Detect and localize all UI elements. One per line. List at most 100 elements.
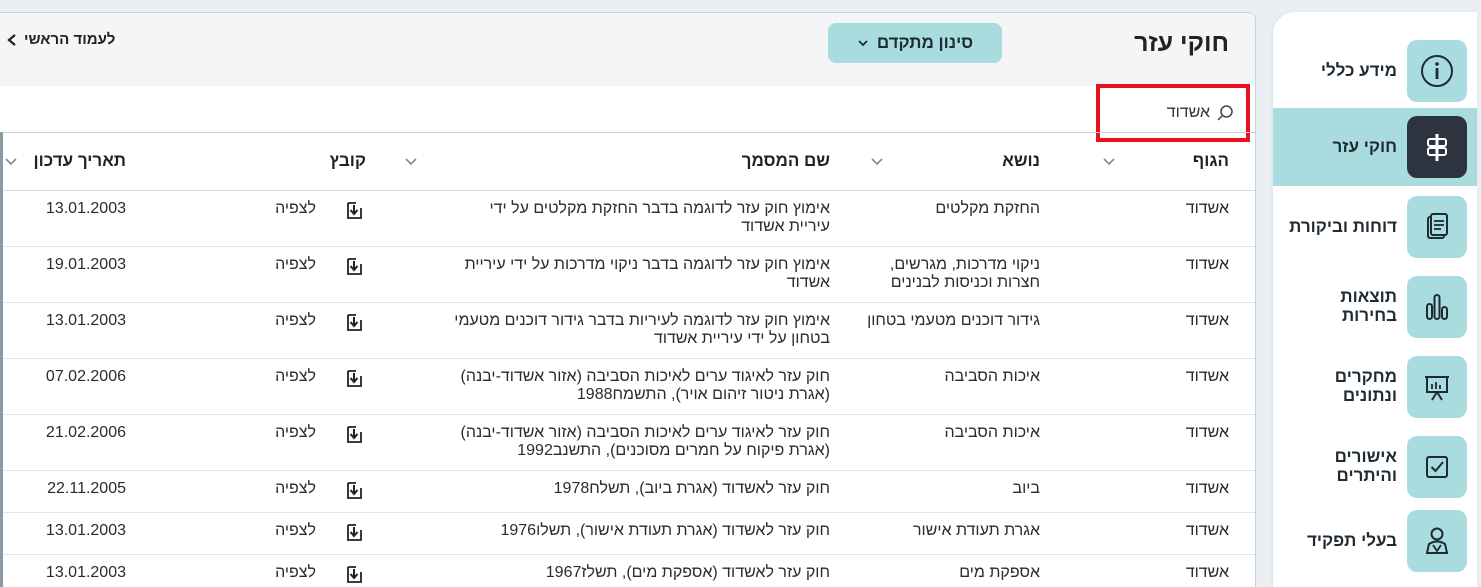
sidebar-item-label: מחקרים ונתונים [1334, 367, 1397, 405]
sidebar-item-label: בעלי תפקיד [1306, 530, 1397, 550]
home-page-link[interactable]: לעמוד הראשי [6, 31, 115, 48]
cell-update-date: 13.01.2003 [0, 554, 126, 587]
search-input[interactable] [1140, 104, 1210, 122]
cell-document-name: אימוץ חוק עזר לדוגמה בדבר ניקוי מדרכות ע… [366, 246, 830, 303]
cell-body: אשדוד [1040, 512, 1255, 555]
download-file-icon[interactable] [344, 312, 366, 332]
view-file-link[interactable]: לצפיה [275, 522, 316, 540]
advanced-filter-button[interactable]: סינון מתקדם [828, 23, 1002, 63]
download-file-icon[interactable] [344, 522, 366, 542]
cell-body: אשדוד [1040, 246, 1255, 303]
cell-body: אשדוד [1040, 302, 1255, 359]
sidebar-item-label: מידע כללי [1320, 60, 1397, 80]
cell-subject: ביוב [830, 470, 1040, 513]
view-file-link[interactable]: לצפיה [275, 480, 316, 498]
view-file-link[interactable]: לצפיה [275, 200, 316, 218]
cell-file: לצפיה [126, 470, 366, 513]
table-row: אשדוד איכות הסביבה חוק עזר לאיגוד ערים ל… [0, 358, 1255, 415]
cell-file: לצפיה [126, 302, 366, 359]
cell-update-date: 21.02.2006 [0, 414, 126, 471]
column-header-update-date[interactable]: תאריך עדכון [0, 133, 126, 191]
cell-document-name: חוק עזר לאיגוד ערים לאיכות הסביבה (אזור … [366, 414, 830, 471]
cell-document-name: אימוץ חוק עזר לדוגמה לעיריות בדבר גידור … [366, 302, 830, 359]
chevron-down-icon [858, 40, 868, 47]
cell-body: אשדוד [1040, 190, 1255, 247]
sidebar-item-officials[interactable]: בעלי תפקיד [1273, 506, 1477, 576]
cell-update-date: 13.01.2003 [0, 190, 126, 247]
top-bar: חוקי עזר סינון מתקדם לעמוד הראשי [0, 13, 1255, 86]
checkbox-icon [1407, 436, 1467, 498]
download-file-icon[interactable] [344, 200, 366, 220]
sidebar: מידע כללי חוקי עזר דוחות וביקורת תוצאות … [1273, 12, 1477, 587]
column-header-body[interactable]: הגוף [1040, 133, 1255, 191]
sidebar-item-label: חוקי עזר [1332, 136, 1397, 156]
table-header-row: הגוף נושא שם המסמך קובץ תאריך עדכון [0, 133, 1255, 191]
download-file-icon[interactable] [344, 564, 366, 584]
cell-subject: אגרת תעודת אישור [830, 512, 1040, 555]
column-header-file: קובץ [126, 133, 366, 191]
sidebar-item-label: אישורים והיתרים [1334, 447, 1397, 485]
sidebar-item-reports[interactable]: דוחות וביקורת [1273, 192, 1477, 262]
advanced-filter-label: סינון מתקדם [876, 33, 974, 52]
signpost-icon [1407, 116, 1467, 178]
column-header-subject[interactable]: נושא [830, 133, 1040, 191]
cell-update-date: 07.02.2006 [0, 358, 126, 415]
cell-subject: החזקת מקלטים [830, 190, 1040, 247]
presentation-icon [1407, 356, 1467, 418]
cell-update-date: 13.01.2003 [0, 512, 126, 555]
cell-file: לצפיה [126, 246, 366, 303]
sidebar-item-label: תוצאות בחירות [1340, 287, 1397, 325]
table-row: אשדוד החזקת מקלטים אימוץ חוק עזר לדוגמה … [0, 190, 1255, 247]
people-icon [1407, 510, 1467, 572]
cell-file: לצפיה [126, 414, 366, 471]
documents-icon [1407, 196, 1467, 258]
table-row: אשדוד איכות הסביבה חוק עזר לאיגוד ערים ל… [0, 414, 1255, 471]
bar-chart-icon [1407, 276, 1467, 338]
home-page-link-label: לעמוד הראשי [24, 31, 116, 48]
view-file-link[interactable]: לצפיה [275, 424, 316, 442]
search-icon [1217, 105, 1233, 121]
sidebar-item-general-info[interactable]: מידע כללי [1273, 36, 1477, 106]
chevron-down-icon [871, 157, 883, 165]
cell-document-name: חוק עזר לאיגוד ערים לאיכות הסביבה (אזור … [366, 358, 830, 415]
cell-document-name: חוק עזר לאשדוד (אגרת ביוב), תשלח1978 [366, 470, 830, 513]
cell-file: לצפיה [126, 190, 366, 247]
table-row: אשדוד ביוב חוק עזר לאשדוד (אגרת ביוב), ת… [0, 470, 1255, 513]
sidebar-item-bylaws[interactable]: חוקי עזר [1273, 108, 1477, 186]
chevron-down-icon [405, 157, 417, 165]
cell-subject: ניקוי מדרכות, מגרשים, חצרות וכניסות לבנינ… [830, 246, 1040, 303]
download-file-icon[interactable] [344, 256, 366, 276]
chevron-down-icon [1103, 157, 1115, 165]
cell-update-date: 22.11.2005 [0, 470, 126, 513]
sidebar-item-permits[interactable]: אישורים והיתרים [1273, 432, 1477, 502]
cell-file: לצפיה [126, 554, 366, 587]
left-edge-border [0, 132, 3, 587]
sidebar-item-label: דוחות וביקורת [1289, 216, 1397, 236]
view-file-link[interactable]: לצפיה [275, 256, 316, 274]
table-row: אשדוד ניקוי מדרכות, מגרשים, חצרות וכניסות… [0, 246, 1255, 303]
chevron-left-icon [7, 33, 16, 46]
download-file-icon[interactable] [344, 424, 366, 444]
table-row: אשדוד אגרת תעודת אישור חוק עזר לאשדוד (א… [0, 512, 1255, 555]
table-row: אשדוד גידור דוכנים מטעמי בטחון אימוץ חוק… [0, 302, 1255, 359]
chevron-down-icon [5, 157, 17, 165]
sidebar-item-election-results[interactable]: תוצאות בחירות [1273, 272, 1477, 342]
table-row: אשדוד אספקת מים חוק עזר לאשדוד (אספקת מי… [0, 554, 1255, 587]
cell-body: אשדוד [1040, 470, 1255, 513]
bylaws-table-wrap: הגוף נושא שם המסמך קובץ תאריך עדכון אשדו… [0, 132, 1255, 587]
cell-subject: גידור דוכנים מטעמי בטחון [830, 302, 1040, 359]
download-file-icon[interactable] [344, 480, 366, 500]
cell-body: אשדוד [1040, 414, 1255, 471]
cell-file: לצפיה [126, 358, 366, 415]
download-file-icon[interactable] [344, 368, 366, 388]
page-title: חוקי עזר [1134, 29, 1229, 57]
view-file-link[interactable]: לצפיה [275, 564, 316, 582]
cell-file: לצפיה [126, 512, 366, 555]
sidebar-item-research-data[interactable]: מחקרים ונתונים [1273, 352, 1477, 422]
column-header-document-name[interactable]: שם המסמך [366, 133, 830, 191]
cell-document-name: חוק עזר לאשדוד (אספקת מים), תשלז1967 [366, 554, 830, 587]
view-file-link[interactable]: לצפיה [275, 312, 316, 330]
bylaws-table: הגוף נושא שם המסמך קובץ תאריך עדכון אשדו… [0, 133, 1255, 587]
view-file-link[interactable]: לצפיה [275, 368, 316, 386]
info-icon [1407, 40, 1467, 102]
